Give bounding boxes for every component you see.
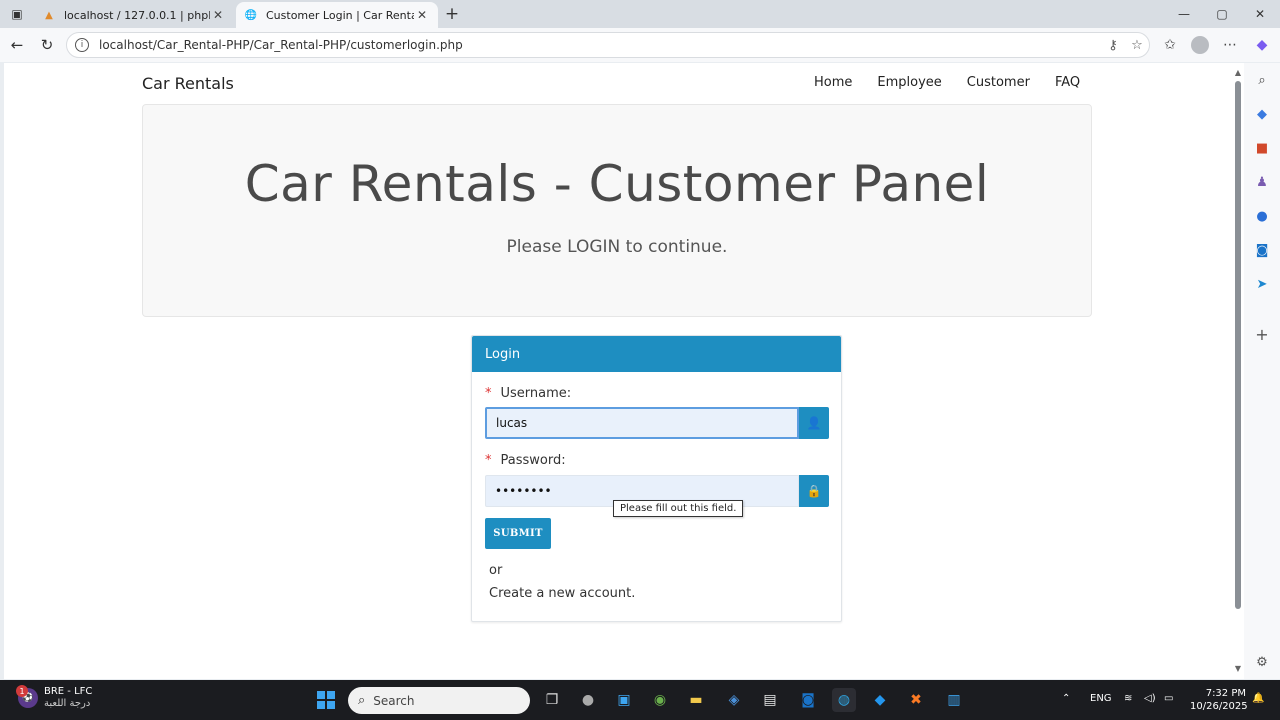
send-icon[interactable]: ➤ bbox=[1252, 274, 1272, 294]
notification-badge: 1 bbox=[16, 685, 28, 697]
refresh-icon[interactable]: ↻ bbox=[36, 34, 58, 56]
required-mark: * bbox=[485, 386, 492, 401]
maximize-icon[interactable]: ▢ bbox=[1202, 2, 1242, 26]
user-icon: 👤 bbox=[799, 407, 829, 439]
notifications-bell-icon[interactable]: 🔔 bbox=[1252, 693, 1264, 704]
windows-logo-icon bbox=[317, 691, 335, 709]
address-bar[interactable]: i localhost/Car_Rental-PHP/Car_Rental-PH… bbox=[66, 32, 1150, 58]
copilot-icon[interactable]: ◆ bbox=[1250, 34, 1274, 56]
xampp-icon[interactable]: ✖ bbox=[904, 688, 928, 712]
username-input[interactable] bbox=[485, 407, 799, 439]
close-tab-icon[interactable]: ✕ bbox=[414, 7, 430, 23]
lock-icon: 🔒 bbox=[799, 475, 829, 507]
toolbox-icon[interactable]: ■ bbox=[1252, 138, 1272, 158]
globe-icon: 🌐 bbox=[244, 9, 258, 21]
task-view-icon[interactable]: ❐ bbox=[540, 688, 564, 712]
username-label: * Username: bbox=[485, 386, 571, 401]
required-mark: * bbox=[485, 453, 492, 468]
minimize-icon[interactable]: — bbox=[1164, 2, 1204, 26]
outlook-icon[interactable]: ◙ bbox=[796, 688, 820, 712]
clock-date: 10/26/2025 bbox=[1190, 701, 1248, 712]
page-viewport: Car Rentals Home Employee Customer FAQ C… bbox=[4, 63, 1232, 679]
edge-sidebar: ⌕ ◆ ■ ♟ ● ◙ ➤ + ⚙ bbox=[1244, 63, 1280, 679]
password-label-text: Password: bbox=[500, 453, 566, 468]
back-icon[interactable]: ← bbox=[6, 34, 28, 56]
games-icon[interactable]: ♟ bbox=[1252, 172, 1272, 192]
favorites-icon[interactable]: ✩ bbox=[1158, 34, 1182, 56]
file-explorer-icon[interactable]: ▬ bbox=[684, 688, 708, 712]
language-indicator[interactable]: ENG bbox=[1090, 693, 1112, 704]
page-scrollbar[interactable]: ▲ ▼ bbox=[1232, 63, 1244, 679]
tab-customer-login[interactable]: 🌐 Customer Login | Car Rental ✕ bbox=[236, 2, 438, 28]
taskbar: 1 ⚽ BRE - LFC درجة اللعبة ⌕ Search ❐ ● ▣ … bbox=[0, 680, 1280, 720]
validation-tooltip: Please fill out this field. bbox=[613, 500, 744, 517]
battery-icon[interactable]: ▭ bbox=[1164, 693, 1173, 704]
hero-banner: Car Rentals - Customer Panel Please LOGI… bbox=[142, 104, 1092, 317]
url-text[interactable]: localhost/Car_Rental-PHP/Car_Rental-PHP/… bbox=[99, 38, 1101, 52]
avatar bbox=[1191, 36, 1209, 54]
settings-gear-icon[interactable]: ⚙ bbox=[1252, 652, 1272, 672]
tab-actions-icon[interactable]: ▣ bbox=[6, 4, 28, 24]
info-icon[interactable]: i bbox=[75, 38, 89, 52]
docker-icon[interactable]: ◆ bbox=[868, 688, 892, 712]
tab-phpmyadmin[interactable]: ▲ localhost / 127.0.0.1 | phpMyAdm ✕ bbox=[34, 2, 234, 28]
teams-icon[interactable]: ● bbox=[576, 688, 600, 712]
key-icon[interactable]: ⚷ bbox=[1101, 35, 1125, 55]
start-button[interactable] bbox=[314, 688, 338, 712]
tab-title: Customer Login | Car Rental bbox=[266, 8, 414, 22]
create-account-link[interactable]: Create a new account. bbox=[489, 586, 635, 601]
login-panel: Login * Username: 👤 * Password: 🔒 SUBMIT o… bbox=[471, 335, 842, 622]
tray-chevron-icon[interactable]: ⌃ bbox=[1062, 693, 1070, 704]
taskbar-clock[interactable]: 7:32 PM 10/26/2025 bbox=[1190, 687, 1248, 713]
wifi-icon[interactable]: ≋ bbox=[1124, 693, 1132, 704]
nav-customer[interactable]: Customer bbox=[967, 75, 1030, 90]
tab-strip: ▣ ▲ localhost / 127.0.0.1 | phpMyAdm ✕ 🌐… bbox=[0, 0, 1280, 28]
site-brand[interactable]: Car Rentals bbox=[142, 74, 234, 93]
phpmyadmin-favicon-icon: ▲ bbox=[45, 9, 53, 21]
nav-employee[interactable]: Employee bbox=[877, 75, 941, 90]
page-title: Car Rentals - Customer Panel bbox=[244, 155, 990, 213]
app-icon[interactable]: ◉ bbox=[648, 688, 672, 712]
volume-icon[interactable]: ◁) bbox=[1144, 693, 1156, 704]
page-subtitle: Please LOGIN to continue. bbox=[506, 237, 728, 257]
search-icon: ⌕ bbox=[358, 693, 366, 708]
store-icon[interactable]: ▤ bbox=[758, 688, 782, 712]
outlook-icon[interactable]: ◙ bbox=[1252, 240, 1272, 260]
notepad-icon[interactable]: ▥ bbox=[942, 688, 966, 712]
m365-icon[interactable]: ● bbox=[1252, 206, 1272, 226]
site-nav: Home Employee Customer FAQ bbox=[814, 75, 1105, 90]
submit-button[interactable]: SUBMIT bbox=[485, 518, 551, 549]
vscode-icon[interactable]: ◈ bbox=[722, 688, 746, 712]
scroll-down-icon[interactable]: ▼ bbox=[1233, 663, 1243, 673]
or-text: or bbox=[489, 563, 503, 578]
close-tab-icon[interactable]: ✕ bbox=[210, 7, 226, 23]
sports-icon: 1 ⚽ bbox=[16, 685, 38, 708]
widget-line2: درجة اللعبة bbox=[44, 698, 91, 709]
edge-icon[interactable]: ◍ bbox=[832, 688, 856, 712]
tab-title: localhost / 127.0.0.1 | phpMyAdm bbox=[64, 8, 210, 22]
nav-faq[interactable]: FAQ bbox=[1055, 75, 1080, 90]
login-header: Login bbox=[472, 336, 841, 372]
scroll-thumb[interactable] bbox=[1235, 81, 1241, 609]
more-options-icon[interactable]: ⋯ bbox=[1218, 34, 1242, 56]
search-icon[interactable]: ⌕ bbox=[1252, 70, 1272, 90]
browser-toolbar: ← ↻ i localhost/Car_Rental-PHP/Car_Renta… bbox=[0, 28, 1280, 62]
taskbar-search[interactable]: ⌕ Search bbox=[348, 687, 530, 714]
profile-icon[interactable] bbox=[1188, 34, 1212, 56]
clock-time: 7:32 PM bbox=[1205, 688, 1246, 699]
new-tab-icon[interactable]: + bbox=[442, 4, 462, 24]
add-sidebar-icon[interactable]: + bbox=[1252, 324, 1272, 344]
widget-app-icon[interactable]: ▣ bbox=[612, 688, 636, 712]
shopping-tag-icon[interactable]: ◆ bbox=[1252, 104, 1272, 124]
scroll-up-icon[interactable]: ▲ bbox=[1233, 67, 1243, 77]
close-window-icon[interactable]: ✕ bbox=[1240, 2, 1280, 26]
favorite-star-icon[interactable]: ☆ bbox=[1125, 35, 1149, 55]
username-group: 👤 bbox=[485, 407, 829, 439]
password-label: * Password: bbox=[485, 453, 566, 468]
weather-widget[interactable]: 1 ⚽ BRE - LFC درجة اللعبة bbox=[16, 685, 93, 710]
nav-home[interactable]: Home bbox=[814, 75, 852, 90]
search-placeholder: Search bbox=[373, 693, 415, 708]
username-label-text: Username: bbox=[500, 386, 572, 401]
widget-line1: BRE - LFC bbox=[44, 686, 93, 697]
